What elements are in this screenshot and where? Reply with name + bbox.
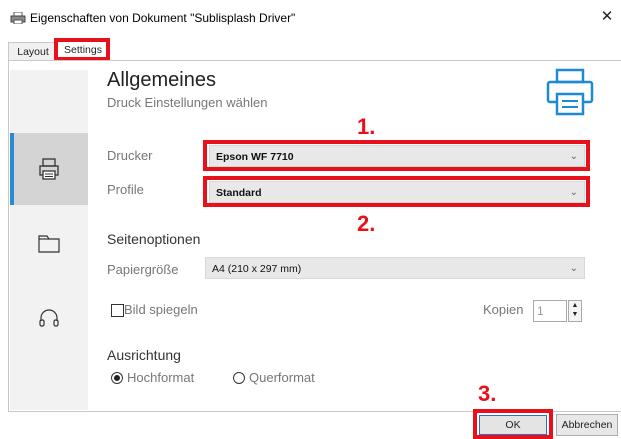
mirror-checkbox[interactable] [111, 304, 124, 317]
printer-label: Drucker [107, 148, 153, 163]
cancel-button[interactable]: Abbrechen [556, 414, 618, 436]
active-indicator [10, 133, 14, 205]
tab-settings-highlight [54, 38, 110, 61]
document-icon [38, 235, 60, 253]
page-options-title: Seitenoptionen [107, 231, 201, 247]
step-3-marker: 3. [478, 381, 497, 406]
orientation-title: Ausrichtung [107, 347, 181, 363]
sidebar-item-support[interactable] [10, 282, 88, 354]
window-title: Eigenschaften von Dokument "Sublisplash … [30, 11, 296, 25]
printer-icon [546, 68, 594, 116]
copies-label: Kopien [483, 302, 524, 317]
down-arrow-icon[interactable]: ▼ [569, 310, 581, 319]
ok-button-highlight [473, 409, 553, 439]
settings-page [8, 60, 621, 412]
sidebar-item-document[interactable] [10, 207, 88, 279]
page-subtitle: Druck Einstellungen wählen [107, 95, 268, 110]
printer-icon [10, 12, 26, 24]
sidebar-item-printer[interactable] [10, 133, 88, 205]
tab-layout[interactable]: Layout [8, 42, 58, 61]
up-arrow-icon[interactable]: ▲ [569, 301, 581, 310]
sidebar [10, 70, 88, 410]
title-bar: Eigenschaften von Dokument "Sublisplash … [0, 0, 621, 34]
paper-size-label: Papiergröße [107, 262, 179, 277]
printer-icon [39, 158, 59, 180]
step-1-marker: 1. [357, 114, 376, 139]
printer-select-highlight [203, 140, 590, 171]
profile-label: Profile [107, 182, 144, 197]
tab-strip: Layout Settings [8, 38, 620, 61]
portrait-label: Hochformat [127, 370, 195, 385]
copies-input[interactable]: 1 [533, 300, 567, 322]
profile-select-highlight [203, 176, 590, 207]
step-2-marker: 2. [357, 211, 376, 236]
landscape-radio[interactable] [233, 372, 245, 384]
headset-icon [39, 309, 59, 327]
paper-size-value: A4 (210 x 297 mm) [212, 263, 302, 275]
close-button[interactable]: ✕ [598, 7, 616, 27]
mirror-label: Bild spiegeln [124, 302, 198, 317]
landscape-label: Querformat [249, 370, 315, 385]
copies-stepper[interactable]: ▲ ▼ [568, 300, 582, 322]
page-title: Allgemeines [107, 69, 216, 91]
paper-size-select[interactable]: A4 (210 x 297 mm) ⌄ [205, 257, 585, 279]
portrait-radio[interactable] [111, 372, 123, 384]
chevron-down-icon: ⌄ [569, 263, 578, 274]
